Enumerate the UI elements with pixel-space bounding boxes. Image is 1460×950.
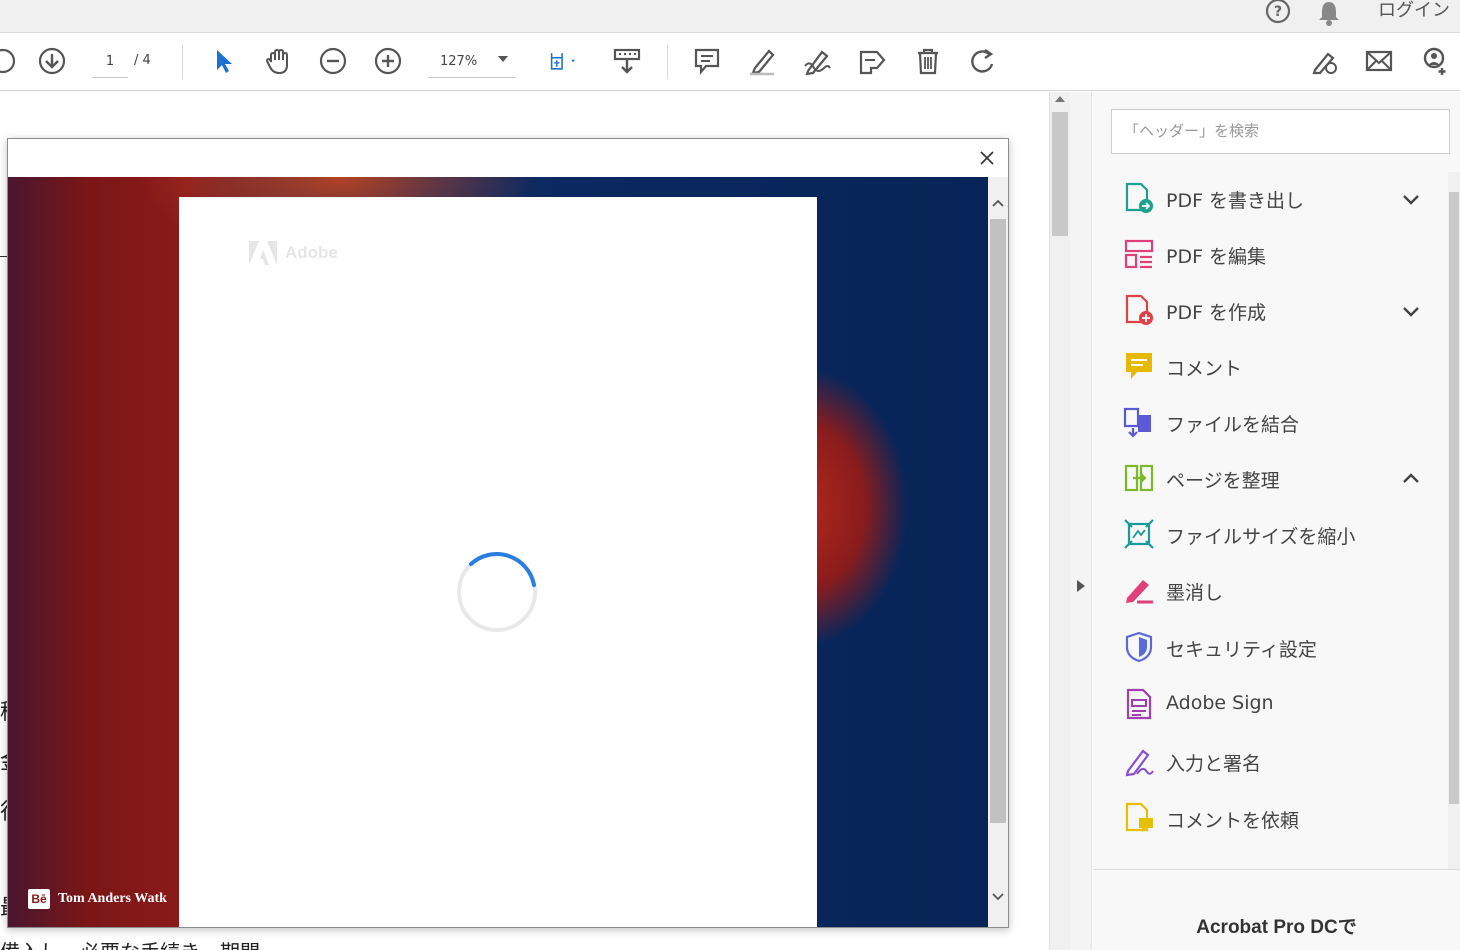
artwork-credit-name: Tom Anders Watk	[58, 891, 167, 906]
rotate-icon[interactable]	[966, 43, 1000, 79]
tools-pane: 「ヘッダー」を検索 PDF を書き出し PDF を編集 PDF を作成 コメント…	[1093, 92, 1460, 950]
tool-label: 入力と署名	[1166, 753, 1262, 775]
export-pdf-icon	[1125, 182, 1153, 213]
tool-label: ページを整理	[1166, 470, 1280, 492]
adobe-logo-icon	[249, 241, 277, 265]
stamp-tool-icon[interactable]	[855, 43, 889, 79]
top-menu-bar: ? ログイン	[0, 0, 1460, 33]
page-total-label: / 4	[134, 53, 151, 68]
scrollbar-thumb[interactable]	[990, 219, 1006, 823]
tool-label: PDF を作成	[1166, 302, 1267, 324]
artwork-credit[interactable]: Bē Tom Anders Watk	[28, 889, 167, 909]
sign-in-dialog: Adobe Bē Tom Anders Watk	[7, 138, 1009, 928]
scrollbar-thumb[interactable]	[1052, 112, 1068, 236]
zoom-level-value: 127%	[440, 54, 478, 69]
tool-edit-pdf[interactable]: PDF を編集	[1093, 228, 1448, 284]
draw-tool-icon[interactable]	[800, 43, 834, 79]
chevron-up-icon[interactable]	[1400, 468, 1422, 490]
pane-divider	[1093, 869, 1460, 870]
promo-title: Acrobat Pro DCで	[1196, 917, 1357, 938]
highlight-pen-icon[interactable]	[745, 43, 779, 79]
tool-search-input[interactable]: 「ヘッダー」を検索	[1111, 109, 1450, 154]
toolbar-divider	[667, 45, 668, 79]
dialog-titlebar	[8, 139, 1008, 177]
adobe-logo-text: Adobe	[285, 243, 338, 262]
behance-icon: Bē	[28, 889, 50, 909]
tool-label: PDF を編集	[1166, 246, 1267, 268]
document-text-line: 備入し、必要な手続き 期間	[0, 936, 260, 950]
select-tool-icon[interactable]	[206, 43, 240, 79]
zoom-out-icon[interactable]	[316, 43, 350, 79]
document-scrollbar[interactable]	[1049, 92, 1070, 950]
svg-text:?: ?	[1274, 4, 1282, 20]
tool-label: PDF を書き出し	[1166, 190, 1305, 212]
tool-label: Adobe Sign	[1166, 692, 1274, 714]
tool-label: コメントを依頼	[1166, 810, 1300, 832]
fill-sign-icon	[1125, 749, 1154, 777]
tool-security[interactable]: セキュリティ設定	[1093, 621, 1448, 677]
comment-icon	[1126, 353, 1152, 379]
edit-pdf-icon	[1124, 239, 1154, 269]
tool-label: セキュリティ設定	[1166, 639, 1317, 661]
chevron-down-icon[interactable]	[1400, 188, 1422, 210]
adobe-logo: Adobe	[249, 241, 338, 265]
chevron-down-icon[interactable]	[1400, 300, 1422, 322]
notification-bell-icon[interactable]	[1316, 0, 1342, 28]
login-link[interactable]: ログイン	[1378, 0, 1450, 22]
main-toolbar: 1 / 4 127%	[0, 33, 1460, 91]
scroll-up-arrow-icon[interactable]	[1055, 96, 1065, 102]
tools-list: PDF を書き出し PDF を編集 PDF を作成 コメント ファイルを結合 ペ…	[1093, 172, 1448, 869]
tool-create-pdf[interactable]: PDF を作成	[1093, 284, 1448, 340]
create-pdf-icon	[1125, 294, 1153, 325]
scroll-up-arrow-icon[interactable]	[990, 195, 1006, 211]
zoom-in-icon[interactable]	[371, 43, 405, 79]
redact-icon	[1126, 580, 1153, 604]
zoom-level-select[interactable]: 127%	[428, 52, 516, 78]
keyboard-tool-icon[interactable]	[610, 43, 644, 79]
chevron-right-icon	[1077, 580, 1085, 592]
tool-label: 墨消し	[1166, 582, 1224, 604]
chevron-down-icon	[498, 56, 508, 62]
tool-fill-sign[interactable]: 入力と署名	[1093, 735, 1448, 791]
trash-icon[interactable]	[911, 43, 945, 79]
toolbar-divider	[182, 45, 183, 79]
tool-label: ファイルを結合	[1166, 414, 1300, 436]
close-icon[interactable]	[976, 147, 998, 169]
help-icon[interactable]: ?	[1264, 0, 1292, 28]
tool-compress[interactable]: ファイルサイズを縮小	[1093, 508, 1448, 564]
dialog-scrollbar[interactable]	[988, 177, 1008, 927]
scrollbar-thumb[interactable]	[1449, 192, 1459, 804]
email-icon[interactable]	[1362, 43, 1396, 79]
page-up-icon[interactable]	[0, 43, 20, 79]
compress-icon	[1124, 519, 1154, 549]
sign-request-icon[interactable]	[1307, 43, 1341, 79]
page-fit-icon[interactable]	[541, 43, 587, 79]
tool-export-pdf[interactable]: PDF を書き出し	[1093, 172, 1448, 228]
tools-scrollbar[interactable]	[1448, 172, 1460, 869]
tool-organize-pages[interactable]: ページを整理	[1093, 452, 1448, 508]
right-pane-toggle[interactable]	[1070, 92, 1092, 950]
page-down-icon[interactable]	[35, 43, 69, 79]
tool-send-comments[interactable]: コメントを依頼	[1093, 792, 1448, 848]
share-user-icon[interactable]	[1418, 43, 1452, 79]
adobe-sign-icon	[1126, 688, 1152, 720]
tool-adobe-sign[interactable]: Adobe Sign	[1093, 678, 1448, 734]
combine-files-icon	[1123, 407, 1151, 438]
send-comments-icon	[1125, 802, 1153, 832]
shield-icon	[1125, 631, 1153, 663]
loading-spinner-icon	[457, 552, 537, 632]
login-card: Adobe	[179, 197, 817, 927]
page-number-input[interactable]: 1	[92, 52, 128, 78]
hand-tool-icon[interactable]	[261, 43, 295, 79]
tool-combine-files[interactable]: ファイルを結合	[1093, 396, 1448, 452]
tool-label: コメント	[1166, 358, 1243, 380]
dialog-background-art: Adobe Bē Tom Anders Watk	[8, 177, 988, 927]
scroll-down-arrow-icon[interactable]	[990, 889, 1006, 905]
tool-label: ファイルサイズを縮小	[1166, 526, 1356, 548]
organize-pages-icon	[1124, 464, 1154, 492]
comment-note-icon[interactable]	[690, 43, 724, 79]
tool-comment[interactable]: コメント	[1093, 340, 1448, 396]
tool-redact[interactable]: 墨消し	[1093, 564, 1448, 620]
